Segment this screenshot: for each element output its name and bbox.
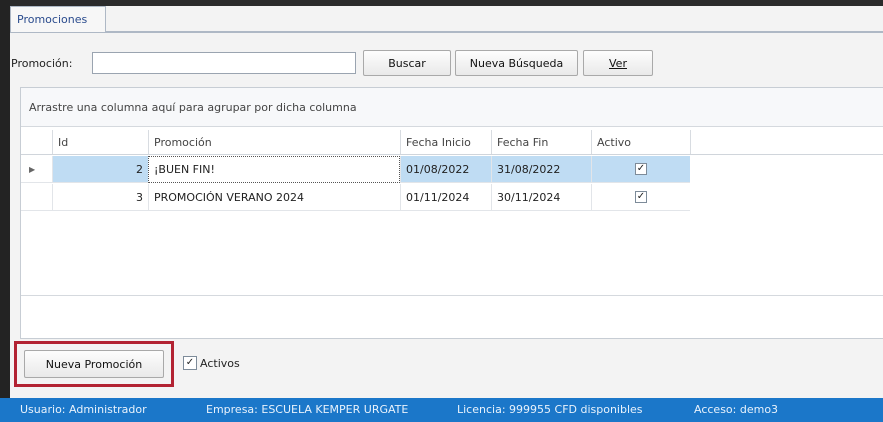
column-header-promocion[interactable]: Promoción [148, 130, 400, 154]
column-header-label: Fecha Inicio [406, 135, 471, 149]
column-header-id[interactable]: Id [52, 130, 148, 154]
column-header-label: Fecha Fin [497, 135, 549, 149]
check-icon: ✓ [636, 163, 646, 174]
cell-fecha-inicio[interactable]: 01/08/2022 [400, 156, 491, 183]
cell-fecha-inicio[interactable]: 01/11/2024 [400, 184, 491, 211]
cell-promocion[interactable]: ¡BUEN FIN! [148, 156, 400, 183]
status-bar: Usuario: Administrador Empresa: ESCUELA … [0, 398, 883, 422]
current-row-arrow-icon: ▶ [29, 164, 36, 174]
group-hint: Arrastre una columna aquí para agrupar p… [29, 100, 357, 114]
status-licencia: Licencia: 999955 CFD disponibles [457, 403, 643, 416]
ver-label: Ver [609, 56, 627, 70]
row-indicator: ▶ [21, 156, 52, 183]
table-row[interactable]: ▶ 2 ¡BUEN FIN! 01/08/2022 31/08/2022 ✓ [21, 156, 883, 184]
activos-checkbox[interactable]: ✓ [183, 356, 197, 370]
status-usuario: Usuario: Administrador [20, 403, 147, 416]
column-header-filler [690, 130, 883, 154]
cell-activo[interactable]: ✓ [591, 184, 690, 211]
row-indicator-header [21, 130, 52, 154]
cell-id[interactable]: 3 [52, 184, 148, 211]
app-window: Promociones Promoción: Buscar Nueva Búsq… [0, 0, 883, 422]
column-header-label: Id [58, 135, 69, 149]
activo-checkbox[interactable]: ✓ [635, 163, 647, 175]
cell-id[interactable]: 2 [52, 156, 148, 183]
column-header-fecha-fin[interactable]: Fecha Fin [491, 130, 591, 154]
tab-strip [106, 6, 883, 32]
row-indicator [21, 184, 52, 211]
check-icon: ✓ [636, 191, 646, 202]
table-row[interactable]: 3 PROMOCIÓN VERANO 2024 01/11/2024 30/11… [21, 184, 883, 212]
cell-fecha-fin[interactable]: 31/08/2022 [491, 156, 591, 183]
grid-footer-divider [21, 295, 883, 296]
buscar-label: Buscar [388, 56, 426, 70]
column-header-label: Promoción [154, 135, 212, 149]
promociones-grid[interactable]: Arrastre una columna aquí para agrupar p… [20, 87, 883, 339]
column-header-activo[interactable]: Activo [591, 130, 690, 154]
ver-button[interactable]: Ver [583, 50, 653, 76]
cell-promocion[interactable]: PROMOCIÓN VERANO 2024 [148, 184, 400, 211]
tab-promociones[interactable]: Promociones [10, 6, 106, 32]
buscar-button[interactable]: Buscar [363, 50, 451, 76]
window-left-edge [0, 0, 10, 422]
activos-filter[interactable]: ✓ Activos [183, 356, 240, 370]
status-acceso: Acceso: demo3 [694, 403, 779, 416]
cell-activo[interactable]: ✓ [591, 156, 690, 183]
status-empresa: Empresa: ESCUELA KEMPER URGATE [206, 403, 409, 416]
grid-header: Id Promoción Fecha Inicio Fecha Fin Acti… [21, 130, 883, 155]
cell-fecha-fin[interactable]: 30/11/2024 [491, 184, 591, 211]
column-header-label: Activo [597, 135, 631, 149]
tab-label: Promociones [17, 13, 88, 26]
group-by-area[interactable]: Arrastre una columna aquí para agrupar p… [21, 88, 883, 127]
promocion-label: Promoción: [11, 57, 73, 70]
highlight-box [14, 341, 174, 387]
activo-checkbox[interactable]: ✓ [635, 191, 647, 203]
nueva-busqueda-button[interactable]: Nueva Búsqueda [455, 50, 578, 76]
nueva-busqueda-label: Nueva Búsqueda [469, 56, 564, 70]
activos-label: Activos [200, 356, 240, 370]
column-header-fecha-inicio[interactable]: Fecha Inicio [400, 130, 491, 154]
promocion-search-input[interactable] [92, 52, 356, 74]
check-icon: ✓ [185, 357, 195, 368]
